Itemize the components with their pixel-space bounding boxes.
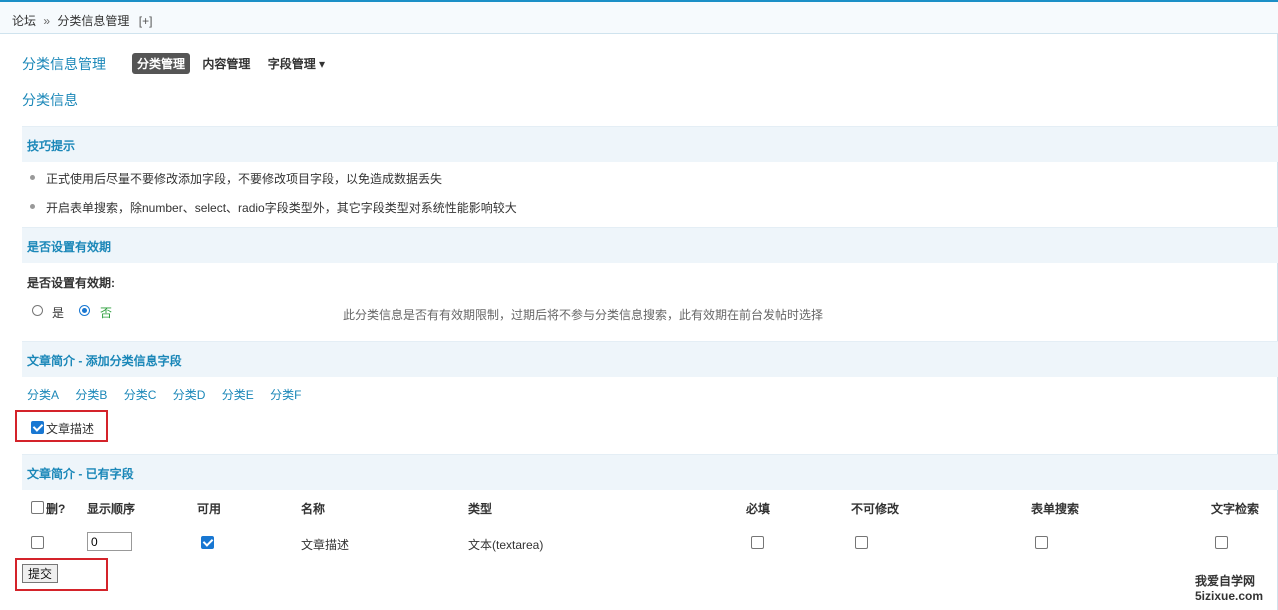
column-header-text-search: 文字检索: [1211, 502, 1260, 516]
column-header-required: 必填: [746, 502, 771, 516]
existing-fields-section-header: 文章简介 - 已有字段: [22, 454, 1278, 490]
delete-all-checkbox[interactable]: [31, 501, 44, 514]
column-header-form-search: 表单搜索: [1031, 502, 1080, 516]
column-header-name: 名称: [301, 502, 326, 516]
row-delete-checkbox[interactable]: [31, 536, 44, 549]
tab-content-manage[interactable]: 内容管理: [197, 53, 255, 74]
tip-text: 开启表单搜索，除number、select、radio字段类型外，其它字段类型对…: [46, 201, 517, 215]
row-type: 文本(textarea): [468, 538, 544, 552]
expiry-yes-label: 是: [52, 306, 65, 320]
add-fields-section-header: 文章简介 - 添加分类信息字段: [22, 341, 1278, 377]
bullet-icon: [30, 204, 35, 210]
tips-section-header: 技巧提示: [22, 126, 1278, 162]
tab-category-manage[interactable]: 分类管理: [132, 53, 191, 74]
display-order-input[interactable]: [87, 532, 132, 551]
breadcrumb-current: 分类信息管理: [57, 14, 130, 28]
existing-fields-title: 文章简介 - 已有字段: [27, 467, 134, 481]
bullet-icon: [30, 175, 35, 181]
row-enabled-checkbox[interactable]: [201, 536, 214, 549]
category-link-e[interactable]: 分类E: [222, 388, 254, 402]
tip-item: 开启表单搜索，除number、select、radio字段类型外，其它字段类型对…: [30, 199, 517, 216]
expiry-no-radio[interactable]: [79, 305, 90, 316]
category-link-d[interactable]: 分类D: [173, 388, 206, 402]
page-title: 分类信息管理: [22, 56, 106, 72]
field-article-description-checkbox[interactable]: [31, 421, 44, 434]
tip-item: 正式使用后尽量不要修改添加字段，不要修改项目字段，以免造成数据丢失: [30, 170, 442, 187]
watermark: 我爱自学网 5izixue.com: [1195, 574, 1263, 604]
expiry-no-label: 否: [100, 306, 113, 320]
row-name: 文章描述: [301, 538, 350, 552]
breadcrumb-separator: »: [43, 14, 51, 28]
category-link-f[interactable]: 分类F: [270, 388, 301, 402]
submit-button[interactable]: 提交: [22, 564, 58, 583]
expiry-yes-radio[interactable]: [32, 305, 43, 316]
watermark-line1: 我爱自学网: [1195, 574, 1256, 588]
column-header-readonly: 不可修改: [851, 502, 900, 516]
expiry-section-header: 是否设置有效期: [22, 227, 1278, 263]
tip-text: 正式使用后尽量不要修改添加字段，不要修改项目字段，以免造成数据丢失: [46, 172, 443, 186]
breadcrumb: 论坛 » 分类信息管理 [+]: [12, 12, 152, 29]
expiry-section-title: 是否设置有效期: [27, 240, 112, 254]
tips-title: 技巧提示: [27, 139, 76, 153]
category-link-c[interactable]: 分类C: [124, 388, 157, 402]
column-header-type: 类型: [468, 502, 493, 516]
top-breadcrumb-bar: 论坛 » 分类信息管理 [+]: [0, 0, 1278, 34]
breadcrumb-root-link[interactable]: 论坛: [12, 14, 36, 28]
row-text-search-checkbox[interactable]: [1215, 536, 1228, 549]
row-readonly-checkbox[interactable]: [855, 536, 868, 549]
expiry-label: 是否设置有效期:: [27, 276, 115, 290]
field-article-description-label: 文章描述: [46, 422, 95, 436]
tab-field-manage-dropdown[interactable]: 字段管理 ▾: [263, 53, 330, 74]
row-form-search-checkbox[interactable]: [1035, 536, 1048, 549]
breadcrumb-add-link[interactable]: [+]: [139, 14, 153, 28]
add-fields-title: 文章简介 - 添加分类信息字段: [27, 354, 182, 368]
category-link-b[interactable]: 分类B: [75, 388, 107, 402]
tab-bar: 分类管理 内容管理 字段管理 ▾: [132, 53, 334, 74]
category-link-a[interactable]: 分类A: [27, 388, 59, 402]
column-header-enabled: 可用: [197, 502, 222, 516]
expiry-hint: 此分类信息是否有有效期限制，过期后将不参与分类信息搜索，此有效期在前台发帖时选择: [343, 308, 824, 322]
category-links: 分类A 分类B 分类C 分类D 分类E 分类F: [27, 386, 314, 403]
column-header-order: 显示顺序: [87, 502, 136, 516]
section-subtitle: 分类信息: [22, 92, 78, 108]
column-header-delete: 删?: [46, 502, 66, 516]
watermark-line2: 5izixue.com: [1195, 589, 1264, 603]
row-required-checkbox[interactable]: [751, 536, 764, 549]
